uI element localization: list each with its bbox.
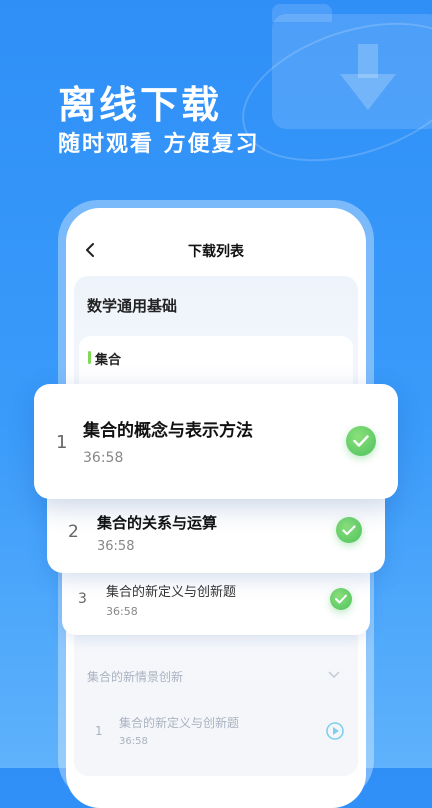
hero-title: 离线下载 [58, 83, 223, 127]
lesson-num: 1 [56, 432, 68, 453]
lesson-card-1[interactable]: 1 集合的概念与表示方法 36:58 [34, 384, 398, 499]
hero-subtitle: 随时观看 方便复习 [58, 132, 260, 157]
chapter-name[interactable]: 集合 [95, 349, 121, 368]
check-icon [330, 588, 352, 610]
next-chapter-title: 集合的新情景创新 [87, 670, 184, 684]
download-arrow-icon [340, 44, 396, 110]
play-icon[interactable] [325, 721, 345, 741]
lesson-title: 集合的关系与运算 [97, 514, 218, 532]
lesson-duration: 36:58 [106, 605, 138, 618]
check-icon [336, 517, 362, 543]
lesson-duration: 36:58 [97, 539, 135, 554]
lesson-duration: 36:58 [83, 450, 124, 466]
lesson-num: 3 [78, 591, 87, 607]
nav-title: 下载列表 [188, 244, 244, 260]
lesson-num: 2 [68, 522, 79, 542]
check-icon [346, 426, 376, 456]
lesson-title: 集合的新定义与创新题 [106, 585, 237, 600]
lesson-title: 集合的概念与表示方法 [83, 421, 253, 441]
faded-lesson-title: 集合的新定义与创新题 [119, 716, 240, 730]
chapter-accent-bar [88, 351, 91, 364]
chevron-down-icon [328, 671, 340, 679]
faded-lesson-duration: 36:58 [119, 736, 148, 747]
faded-lesson-num: 1 [95, 724, 103, 738]
nav-bar: 下载列表 [66, 234, 366, 264]
course-title: 数学通用基础 [87, 297, 178, 315]
